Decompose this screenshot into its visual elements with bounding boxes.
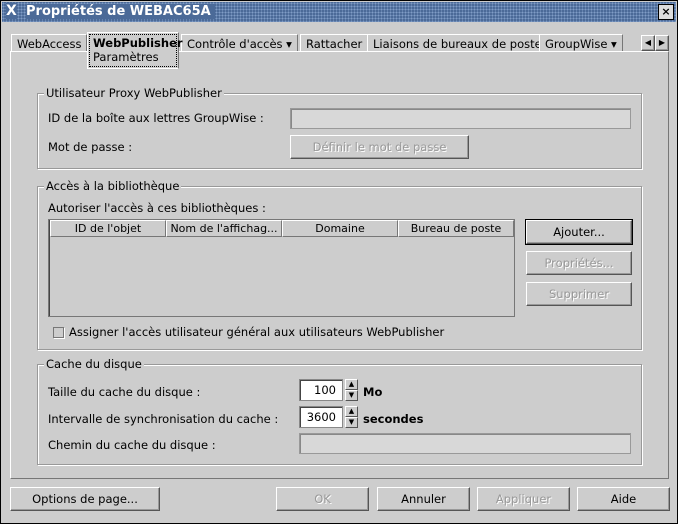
libraries-table[interactable]: ID de l'objet Nom de l'affichag... Domai…	[48, 219, 515, 317]
tab-liaisons[interactable]: Liaisons de bureaux de poste	[367, 34, 548, 52]
add-button[interactable]: Ajouter...	[525, 219, 633, 245]
spin-down-icon[interactable]: ▼	[345, 417, 358, 428]
column-header[interactable]: Nom de l'affichag...	[166, 220, 282, 237]
window-menu-icon[interactable]: X	[6, 3, 17, 19]
close-button[interactable]: ×	[658, 4, 674, 20]
column-header[interactable]: Bureau de poste	[398, 220, 514, 237]
tab-groupwise[interactable]: GroupWise ▾	[539, 34, 623, 52]
cancel-button[interactable]: Annuler	[377, 487, 470, 511]
allow-libraries-label: Autoriser l'accès à ces bibliothèques :	[48, 201, 266, 215]
spin-up-icon[interactable]: ▲	[345, 379, 358, 390]
column-header[interactable]: ID de l'objet	[50, 220, 166, 237]
group-title: Cache du disque	[44, 357, 144, 371]
sync-interval-unit: secondes	[363, 412, 424, 426]
title-bar[interactable]: X Propriétés de WEBAC65A ×	[2, 2, 676, 22]
sync-interval-input[interactable]: 3600	[299, 406, 343, 428]
tab-scroll-right-button[interactable]: ▶	[655, 35, 669, 51]
tab-subpage-parametres[interactable]: Paramètres	[93, 50, 173, 64]
sync-interval-label: Intervalle de synchronisation du cache :	[48, 412, 279, 426]
cache-size-input[interactable]: 100	[299, 379, 343, 401]
page-options-button[interactable]: Options de page...	[10, 487, 160, 511]
tab-label: WebPublisher	[93, 36, 183, 50]
group-title: Utilisateur Proxy WebPublisher	[44, 86, 224, 100]
cache-size-spinner[interactable]: ▲ ▼	[345, 379, 358, 401]
cache-path-input[interactable]	[299, 433, 631, 454]
password-label: Mot de passe :	[48, 140, 133, 154]
cache-size-unit: Mo	[363, 385, 383, 399]
spin-down-icon[interactable]: ▼	[345, 390, 358, 401]
help-button[interactable]: Aide	[577, 487, 670, 511]
group-title: Accès à la bibliothèque	[44, 179, 182, 193]
mailbox-id-input[interactable]	[290, 108, 631, 129]
spin-up-icon[interactable]: ▲	[345, 406, 358, 417]
tab-controle-acces[interactable]: Contrôle d'accès ▾	[181, 34, 298, 52]
general-access-checkbox[interactable]	[53, 327, 64, 338]
properties-button[interactable]: Propriétés...	[526, 251, 632, 275]
cache-size-label: Taille du cache du disque :	[48, 385, 201, 399]
properties-window: X Propriétés de WEBAC65A × WebAccess Web…	[0, 0, 678, 524]
tab-webpublisher[interactable]: WebPublisher Paramètres	[87, 32, 183, 69]
mailbox-id-label: ID de la boîte aux lettres GroupWise :	[48, 111, 264, 125]
general-access-label: Assigner l'accès utilisateur général aux…	[69, 325, 445, 339]
ok-button[interactable]: OK	[276, 487, 369, 511]
tab-rattacher[interactable]: Rattacher	[300, 34, 369, 52]
sync-interval-spinner[interactable]: ▲ ▼	[345, 406, 358, 428]
window-title: Propriétés de WEBAC65A	[26, 4, 215, 19]
apply-button[interactable]: Appliquer	[477, 487, 570, 511]
column-header[interactable]: Domaine	[282, 220, 398, 237]
delete-button[interactable]: Supprimer	[526, 282, 632, 306]
tab-webaccess[interactable]: WebAccess	[11, 34, 88, 52]
tab-scroll-left-button[interactable]: ◀	[641, 35, 655, 51]
cache-path-label: Chemin du cache du disque :	[48, 438, 216, 452]
set-password-button[interactable]: Définir le mot de passe	[290, 135, 469, 159]
